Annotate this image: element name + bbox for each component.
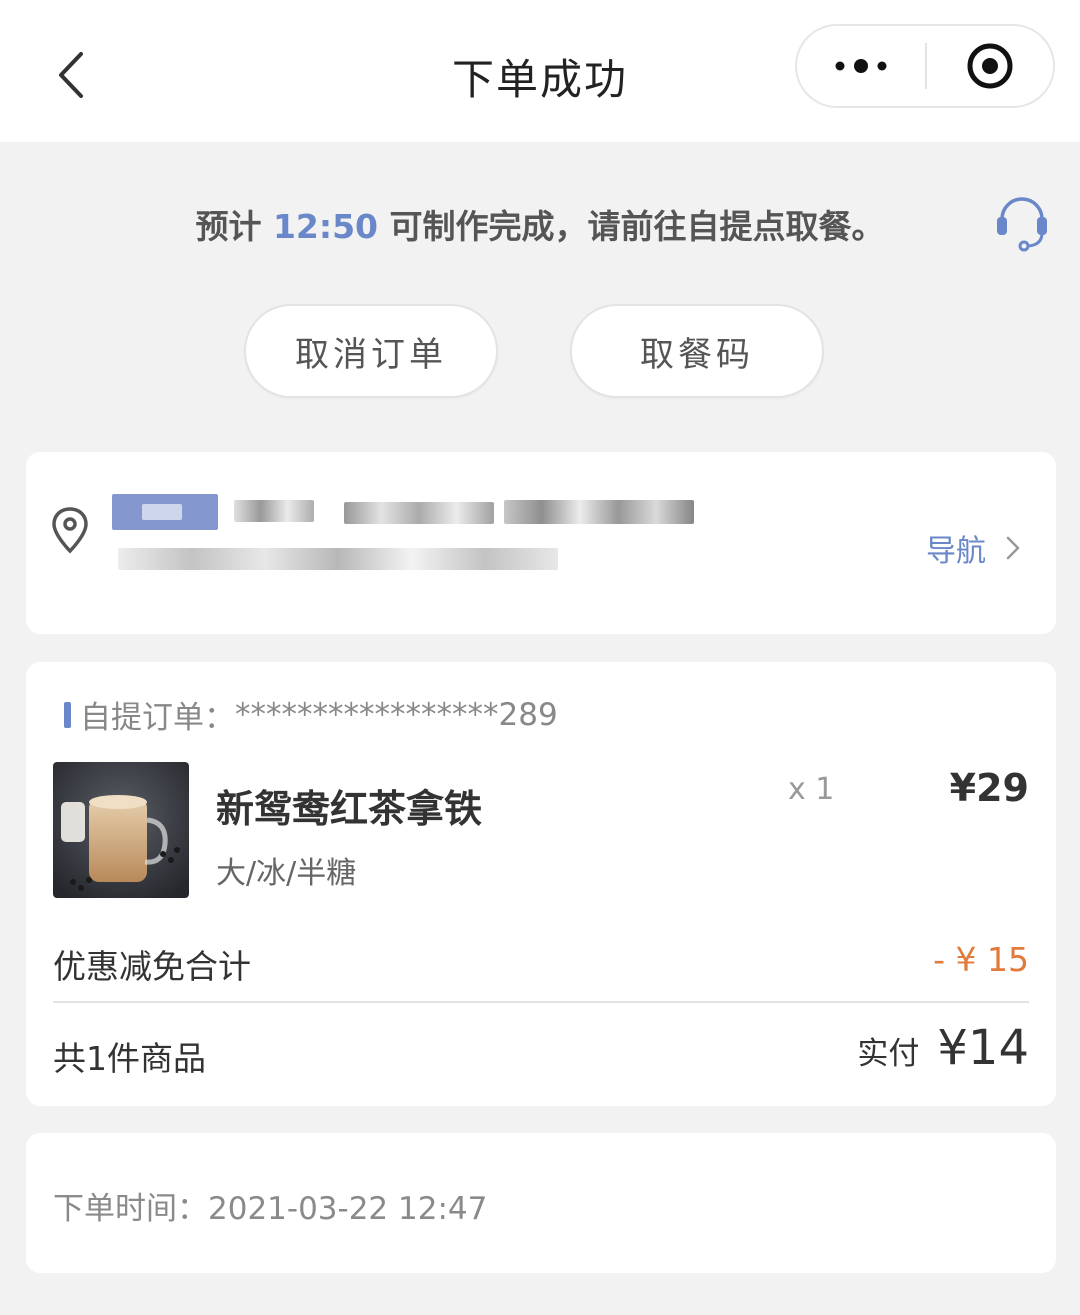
product-quantity: x 1 <box>788 772 835 807</box>
order-label: 自提订单： <box>80 700 235 736</box>
chevron-right-icon <box>1006 536 1020 560</box>
headset-icon[interactable] <box>994 195 1050 253</box>
paid-label: 实付 <box>857 1036 920 1072</box>
order-time: 下单时间：2021-03-22 12:47 <box>53 1191 488 1227</box>
product-price: ¥29 <box>949 766 1029 810</box>
target-close-icon <box>967 43 1013 89</box>
cancel-order-button[interactable]: 取消订单 <box>244 304 498 398</box>
close-button[interactable] <box>927 26 1053 106</box>
product-image <box>53 762 189 898</box>
pickup-code-button[interactable]: 取餐码 <box>570 304 824 398</box>
order-number-row: 自提订单： *****************289 <box>64 692 558 737</box>
item-count: 共1件商品 <box>53 1039 206 1078</box>
location-pin-icon <box>52 507 88 554</box>
nav-bar: 下单成功 <box>0 0 1080 142</box>
accent-bar <box>64 701 71 728</box>
more-dots-icon <box>835 59 887 73</box>
navigate-button[interactable]: 导航 <box>926 526 1020 570</box>
more-button[interactable] <box>797 26 925 106</box>
discount-label: 优惠减免合计 <box>53 947 251 986</box>
status-suffix: 可制作完成，请前往自提点取餐。 <box>389 207 885 246</box>
order-time-card: 下单时间：2021-03-22 12:47 <box>26 1133 1056 1273</box>
discount-value: - ¥ 15 <box>933 940 1029 979</box>
status-message: 预计 12:50 可制作完成，请前往自提点取餐。 <box>0 200 1080 248</box>
order-number: *****************289 <box>235 696 558 733</box>
order-card: 自提订单： *****************289 新鸳鸯红茶拿铁 大/冰/半… <box>26 662 1056 1106</box>
divider <box>53 1001 1029 1003</box>
status-prefix: 预计 <box>195 207 262 246</box>
miniprogram-capsule <box>795 24 1055 108</box>
paid-amount-group: 实付 ¥14 <box>857 1020 1029 1076</box>
navigate-label: 导航 <box>926 534 986 569</box>
paid-value: ¥14 <box>937 1020 1029 1076</box>
product-spec: 大/冰/半糖 <box>216 856 357 891</box>
store-card: 导航 <box>26 452 1056 634</box>
product-name: 新鸳鸯红茶拿铁 <box>216 787 483 831</box>
ready-time: 12:50 <box>272 207 379 246</box>
